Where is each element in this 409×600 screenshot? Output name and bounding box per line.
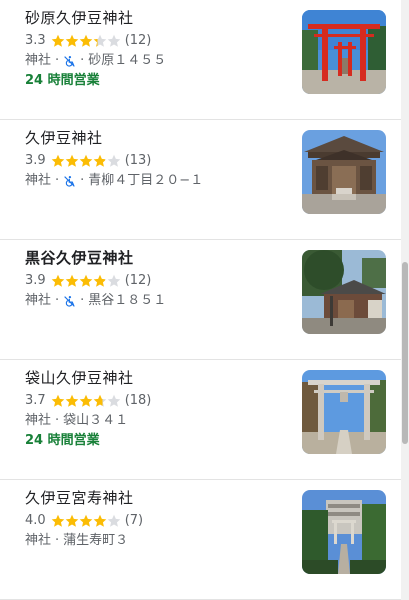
star-icon	[93, 34, 106, 47]
rating-value: 3.9	[25, 153, 46, 168]
torii-photo-image	[302, 10, 386, 94]
star-icon	[93, 274, 106, 287]
rating-value: 4.0	[25, 513, 46, 528]
result-item[interactable]: 久伊豆神社 3.9 (13) 神社 · · 青柳４丁目２０−１	[0, 120, 401, 240]
star-icon	[79, 394, 92, 407]
star-icon	[65, 34, 78, 47]
no-wheelchair-icon	[63, 295, 76, 308]
place-photo[interactable]	[302, 130, 386, 214]
category: 神社	[25, 293, 52, 308]
review-count[interactable]: (12)	[125, 272, 152, 290]
rating-value: 3.7	[25, 393, 46, 408]
shrine-hall-photo-image	[302, 130, 386, 214]
star-icon	[51, 34, 64, 47]
review-count[interactable]: (12)	[125, 32, 152, 50]
rating-row: 3.9 (13)	[25, 152, 151, 170]
review-count[interactable]: (13)	[125, 152, 152, 170]
star-icon	[93, 154, 106, 167]
opening-hours: 24 時間営業	[25, 433, 100, 448]
place-name[interactable]: 久伊豆宮寿神社	[25, 488, 134, 508]
review-count[interactable]: (7)	[125, 512, 143, 530]
star-icon	[107, 154, 120, 167]
place-name[interactable]: 黒谷久伊豆神社	[25, 248, 134, 268]
separator: ·	[80, 293, 85, 308]
place-photo[interactable]	[302, 10, 386, 94]
place-name[interactable]: 袋山久伊豆神社	[25, 368, 134, 388]
place-photo[interactable]	[302, 250, 386, 334]
separator: ·	[55, 533, 60, 548]
rating-value: 3.9	[25, 273, 46, 288]
shrine-path-photo-image	[302, 490, 386, 574]
opening-hours: 24 時間営業	[25, 73, 100, 88]
star-icon	[51, 514, 64, 527]
star-rating	[51, 274, 121, 288]
rating-value: 3.3	[25, 33, 46, 48]
star-icon	[65, 274, 78, 287]
star-icon	[51, 274, 64, 287]
meta-row: 神社 · · 砂原１４５５	[25, 52, 166, 70]
meta-row: 神社 · · 黒谷１８５１	[25, 292, 166, 310]
stone-torii-photo-image	[302, 370, 386, 454]
star-icon	[65, 514, 78, 527]
place-name[interactable]: 久伊豆神社	[25, 128, 103, 148]
star-icon	[79, 274, 92, 287]
star-icon	[51, 394, 64, 407]
star-icon	[93, 394, 106, 407]
result-item[interactable]: 袋山久伊豆神社 3.7 (18) 神社 · 袋山３４１ 24 時間営業	[0, 360, 401, 480]
star-icon	[93, 514, 106, 527]
separator: ·	[55, 413, 60, 428]
star-icon	[107, 514, 120, 527]
star-rating	[51, 34, 121, 48]
meta-row: 神社 · · 青柳４丁目２０−１	[25, 172, 203, 190]
address: 黒谷１８５１	[88, 293, 167, 308]
star-rating	[51, 154, 121, 168]
result-item[interactable]: 久伊豆宮寿神社 4.0 (7) 神社 · 蒲生寿町３	[0, 480, 401, 600]
category: 神社	[25, 533, 52, 548]
no-wheelchair-icon	[63, 55, 76, 68]
separator: ·	[80, 173, 85, 188]
star-icon	[65, 154, 78, 167]
address: 袋山３４１	[63, 413, 129, 428]
separator: ·	[55, 293, 60, 308]
rating-row: 3.9 (12)	[25, 272, 151, 290]
meta-row: 神社 · 蒲生寿町３	[25, 532, 128, 550]
place-photo[interactable]	[302, 370, 386, 454]
place-photo[interactable]	[302, 490, 386, 574]
star-icon	[79, 154, 92, 167]
scrollbar-thumb[interactable]	[402, 262, 408, 444]
star-icon	[107, 34, 120, 47]
separator: ·	[55, 173, 60, 188]
result-item[interactable]: 砂原久伊豆神社 3.3 (12) 神社 · · 砂原１４５５ 24 時間営業	[0, 0, 401, 120]
category: 神社	[25, 413, 52, 428]
star-icon	[79, 34, 92, 47]
star-icon	[107, 394, 120, 407]
star-icon	[51, 154, 64, 167]
address: 蒲生寿町３	[63, 533, 129, 548]
review-count[interactable]: (18)	[125, 392, 152, 410]
star-rating	[51, 394, 121, 408]
result-item[interactable]: 黒谷久伊豆神社 3.9 (12) 神社 · · 黒谷１８５１	[0, 240, 401, 360]
place-name[interactable]: 砂原久伊豆神社	[25, 8, 134, 28]
category: 神社	[25, 53, 52, 68]
rating-row: 3.7 (18)	[25, 392, 151, 410]
rating-row: 3.3 (12)	[25, 32, 151, 50]
separator: ·	[55, 53, 60, 68]
results-list: 砂原久伊豆神社 3.3 (12) 神社 · · 砂原１４５５ 24 時間営業 久…	[0, 0, 401, 600]
star-rating	[51, 514, 121, 528]
no-wheelchair-icon	[63, 175, 76, 188]
star-icon	[79, 514, 92, 527]
address: 青柳４丁目２０−１	[88, 173, 204, 188]
rating-row: 4.0 (7)	[25, 512, 143, 530]
star-icon	[65, 394, 78, 407]
star-icon	[107, 274, 120, 287]
category: 神社	[25, 173, 52, 188]
separator: ·	[80, 53, 85, 68]
address: 砂原１４５５	[88, 53, 167, 68]
shrine-trees-photo-image	[302, 250, 386, 334]
meta-row: 神社 · 袋山３４１	[25, 412, 128, 430]
